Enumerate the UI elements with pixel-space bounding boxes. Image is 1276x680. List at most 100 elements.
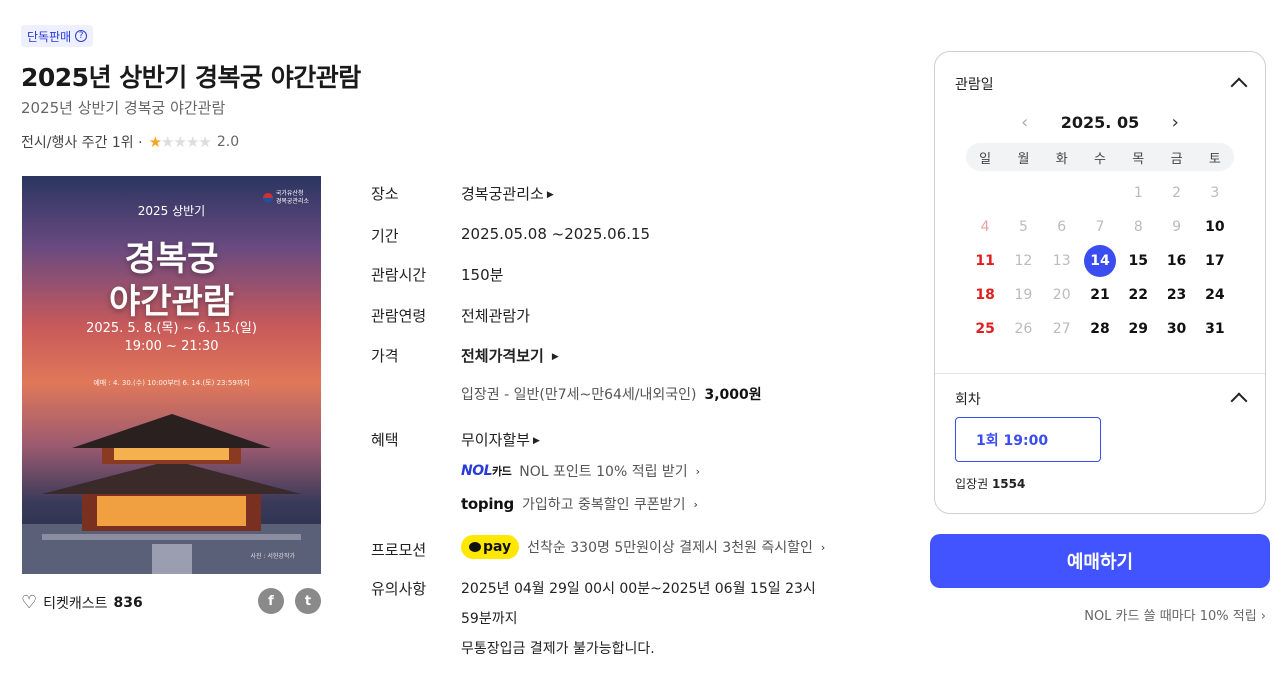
calendar-day[interactable]: 30 xyxy=(1157,312,1195,346)
venue-label: 장소 xyxy=(371,185,399,203)
calendar-day[interactable]: 28 xyxy=(1081,312,1119,346)
benefit-label: 혜택 xyxy=(371,431,399,449)
nol-card-benefit[interactable]: NOL카드 NOL 포인트 10% 적립 받기 › xyxy=(461,461,700,481)
help-icon[interactable]: ? xyxy=(75,30,88,42)
round-option-button[interactable]: 1회 19:00 xyxy=(955,417,1101,462)
calendar-day: 26 xyxy=(1014,321,1033,337)
calendar-day: 6 xyxy=(1057,219,1067,235)
book-button[interactable]: 예매하기 xyxy=(930,534,1270,588)
nol-card-promo-link[interactable]: NOL 카드 쓸 때마다 10% 적립 › xyxy=(1084,605,1266,624)
nol-card-text: NOL 포인트 10% 적립 받기 xyxy=(519,464,688,480)
poster-year: 2025 상반기 xyxy=(137,204,206,218)
calendar-day[interactable]: 18 xyxy=(966,278,1004,312)
selected-day[interactable]: 14 xyxy=(1083,245,1116,277)
collapse-icon[interactable] xyxy=(1230,77,1248,95)
collapse-icon[interactable] xyxy=(1230,392,1248,410)
venue-link[interactable]: 경복궁관리소 ▶ xyxy=(461,183,554,204)
calendar-day[interactable]: 22 xyxy=(1119,278,1157,312)
caret-right-icon: ▶ xyxy=(533,435,540,446)
weekday-label: 화 xyxy=(1055,151,1068,167)
calendar-day: 4 xyxy=(980,219,990,235)
twitter-share-icon[interactable]: t xyxy=(295,588,321,614)
calendar-day[interactable]: 29 xyxy=(1119,312,1157,346)
calendar-empty-cell xyxy=(1043,176,1081,210)
runtime-value: 150분 xyxy=(461,266,504,284)
ticketcast-button[interactable]: ♡ 티켓캐스트 836 xyxy=(21,592,143,613)
current-month: 2025. 05 xyxy=(1060,113,1140,132)
promotion-text: 선착순 330명 5만원이상 결제시 3천원 즉시할인 xyxy=(527,540,813,556)
toping-text: 가입하고 중복할인 쿠폰받기 xyxy=(521,497,686,513)
seat-availability: 입장권 1554 xyxy=(955,477,1026,491)
palace-illustration xyxy=(22,414,321,574)
calendar-day: 27 xyxy=(1052,321,1071,337)
calendar-day[interactable]: 24 xyxy=(1196,278,1234,312)
calendar-day: 3 xyxy=(1210,185,1220,201)
calendar-day[interactable]: 25 xyxy=(966,312,1004,346)
weekday-header: 일월화수목금토 xyxy=(966,143,1234,171)
weekday-label: 수 xyxy=(1094,151,1106,167)
view-all-prices-link[interactable]: 전체가격보기 ▶ xyxy=(461,345,559,366)
chevron-right-icon: › xyxy=(820,540,826,554)
calendar-day[interactable]: 17 xyxy=(1196,244,1234,278)
ranking-rating: 전시/행사 주간 1위 · ★★★★★ 2.0 xyxy=(21,132,239,152)
notice-text: 2025년 04월 29일 00시 00분~2025년 06월 15일 23시 … xyxy=(461,581,816,657)
month-navigator: ‹ 2025. 05 › xyxy=(935,112,1265,133)
poster-title: 경복궁 야간관람 xyxy=(108,239,235,322)
calendar-day[interactable]: 16 xyxy=(1157,244,1195,278)
toping-logo: toping xyxy=(461,495,514,513)
facebook-share-icon[interactable]: f xyxy=(258,588,284,614)
calendar-day[interactable]: 23 xyxy=(1157,278,1195,312)
calendar-day: 2 xyxy=(1172,185,1182,201)
caret-right-icon: ▶ xyxy=(546,189,554,200)
calendar-day: 9 xyxy=(1172,219,1182,235)
calendar-day[interactable]: 10 xyxy=(1196,210,1234,244)
round-title: 회차 xyxy=(955,392,981,408)
booking-panel: 관람일 ‹ 2025. 05 › 일월화수목금토 1 2 3 4 5 6 7 8 9 10 11 12… xyxy=(934,51,1266,514)
price-item: 입장권 - 일반(만7세~만64세/내외국인) xyxy=(461,387,697,403)
notice-label: 유의사항 xyxy=(371,580,427,598)
calendar-day[interactable]: 14 xyxy=(1081,244,1119,278)
star-rating-icon: ★★★★★ xyxy=(148,133,212,151)
chevron-right-icon: › xyxy=(695,464,701,478)
calendar-day: 13 xyxy=(1052,253,1071,269)
calendar-day[interactable]: 15 xyxy=(1119,244,1157,278)
period-label: 기간 xyxy=(371,227,399,245)
calendar-day[interactable]: 21 xyxy=(1081,278,1119,312)
nol-card-logo: NOL카드 xyxy=(461,463,512,479)
calendar-day: 12 xyxy=(1014,253,1033,269)
calendar-day: 5 xyxy=(1018,219,1028,235)
toping-benefit[interactable]: toping 가입하고 중복할인 쿠폰받기 › xyxy=(461,494,698,514)
ticketcast-count: 836 xyxy=(113,594,143,611)
ticketcast-label: 티켓캐스트 xyxy=(43,595,108,612)
prev-month-icon[interactable]: ‹ xyxy=(1017,112,1033,133)
calendar-day: 7 xyxy=(1095,219,1105,235)
next-month-icon[interactable]: › xyxy=(1167,112,1183,133)
weekday-label: 월 xyxy=(1017,151,1030,167)
calendar-day[interactable]: 11 xyxy=(966,244,1004,278)
heart-icon: ♡ xyxy=(21,592,38,613)
weekday-label: 목 xyxy=(1132,151,1145,167)
kakaopay-logo: pay xyxy=(461,535,520,559)
price-label: 가격 xyxy=(371,347,399,365)
weekday-label: 토 xyxy=(1208,151,1221,167)
badge-label: 단독판매 xyxy=(27,29,72,44)
price-value: 3,000원 xyxy=(704,387,762,403)
rating-score: 2.0 xyxy=(216,134,240,150)
installment-link[interactable]: 무이자할부 ▶ xyxy=(461,429,540,450)
calendar-empty-cell xyxy=(966,176,1004,210)
calendar-grid: 1 2 3 4 5 6 7 8 9 10 11 12 13 14 15 16 17 18 19 20 21 22 23 24 2… xyxy=(966,176,1234,346)
weekday-label: 금 xyxy=(1170,151,1183,167)
calendar-day: 1 xyxy=(1133,185,1143,201)
calendar-day[interactable]: 31 xyxy=(1196,312,1234,346)
event-poster: 국가유산청 경복궁관리소 2025 상반기 경복궁 야간관람 2025. 5. 8… xyxy=(22,176,321,574)
age-value: 전체관람가 xyxy=(461,307,531,325)
age-label: 관람연령 xyxy=(371,307,427,325)
calendar-day: 20 xyxy=(1052,287,1071,303)
kakaopay-promotion[interactable]: pay 선착순 330명 5만원이상 결제시 3천원 즉시할인 › xyxy=(461,535,825,559)
runtime-label: 관람시간 xyxy=(371,266,427,284)
weekday-label: 일 xyxy=(979,151,992,167)
exclusive-badge[interactable]: 단독판매 ? xyxy=(21,25,94,47)
period-value: 2025.05.08 ~2025.06.15 xyxy=(461,225,651,243)
page-title: 2025년 상반기 경복궁 야간관람 xyxy=(21,63,361,92)
rank-text: 전시/행사 주간 1위 · xyxy=(21,135,143,151)
